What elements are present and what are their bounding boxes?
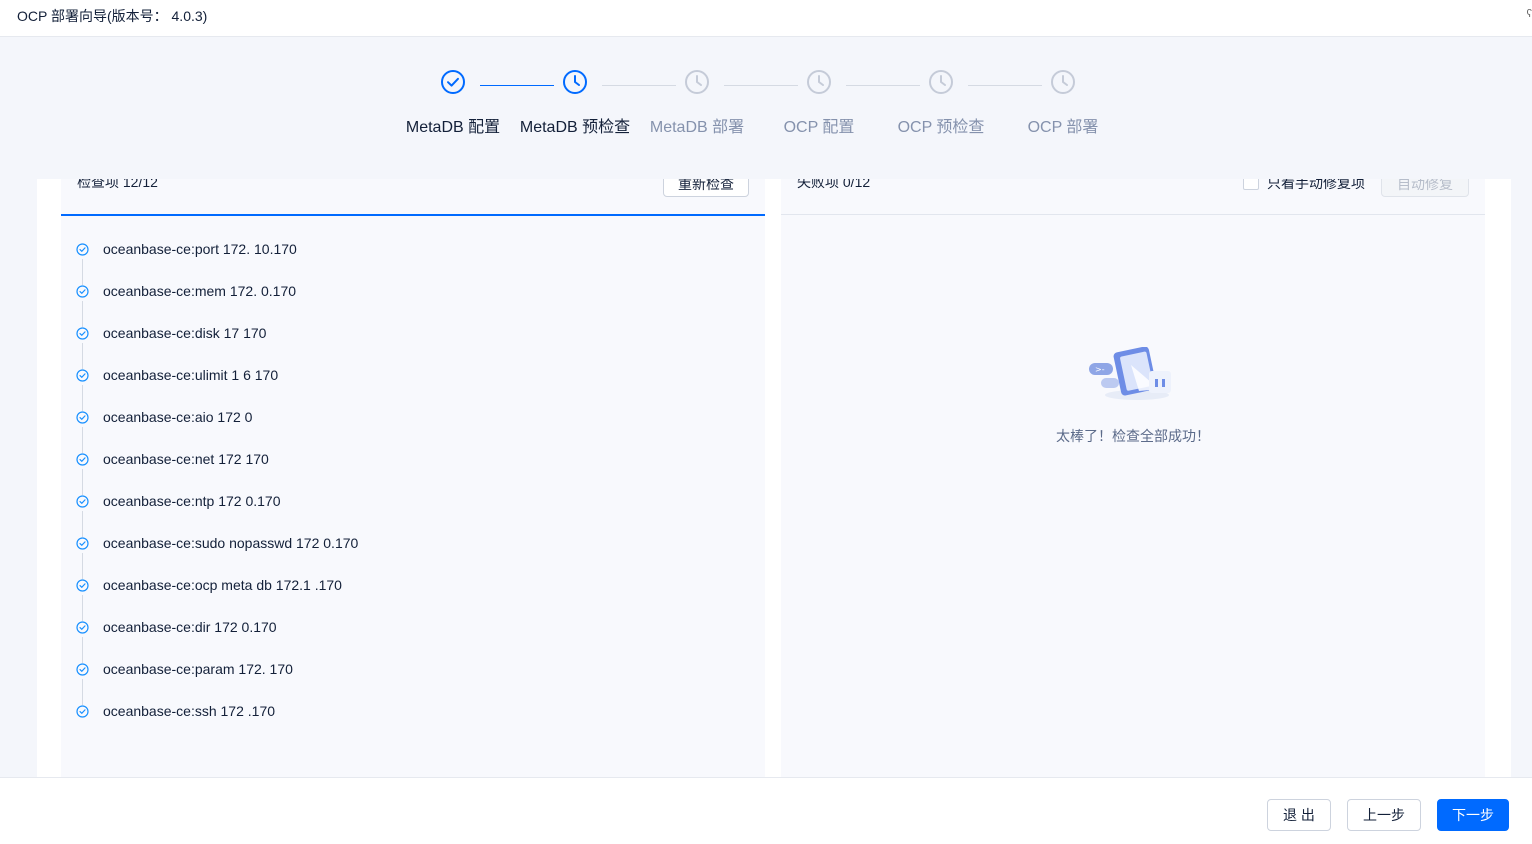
step-ocp-config: OCP 配置 — [749, 69, 889, 137]
step-ocp-deploy: OCP 部署 — [993, 69, 1133, 137]
footer-bar: 退 出 上一步 下一步 — [0, 777, 1532, 844]
check-item-text: oceanbase-ce:sudo nopasswd 172 0.170 — [103, 535, 358, 551]
check-circle-icon — [76, 621, 89, 634]
clock-icon — [1050, 69, 1076, 95]
list-item: oceanbase-ce:ocp meta db 172.1 .170 — [61, 565, 765, 607]
app-header: OCP 部署向导(版本号： 4.0.3) ʕ — [0, 0, 1532, 37]
step-label: OCP 预检查 — [871, 113, 1011, 137]
step-label: OCP 配置 — [749, 113, 889, 137]
step-metadb-config: MetaDB 配置 — [383, 69, 523, 137]
check-circle-icon — [76, 369, 89, 382]
check-item-text: oceanbase-ce:ocp meta db 172.1 .170 — [103, 577, 342, 593]
check-circle-icon — [440, 69, 466, 95]
list-item: oceanbase-ce:param 172. 170 — [61, 649, 765, 691]
step-label: MetaDB 部署 — [627, 113, 767, 137]
step-metadb-precheck: MetaDB 预检查 — [505, 69, 645, 137]
check-circle-icon — [76, 327, 89, 340]
list-item: oceanbase-ce:sudo nopasswd 172 0.170 — [61, 523, 765, 565]
app-title: OCP 部署向导(版本号： 4.0.3) — [17, 6, 207, 26]
svg-text:>-: >- — [1095, 365, 1105, 374]
list-item: oceanbase-ce:disk 17 170 — [61, 313, 765, 355]
next-step-button[interactable]: 下一步 — [1437, 799, 1509, 831]
check-item-text: oceanbase-ce:mem 172. 0.170 — [103, 283, 296, 299]
check-circle-icon — [76, 663, 89, 676]
check-circle-icon — [76, 411, 89, 424]
list-item: oceanbase-ce:mem 172. 0.170 — [61, 271, 765, 313]
check-circle-icon — [76, 243, 89, 256]
check-item-text: oceanbase-ce:net 172 170 — [103, 451, 269, 467]
list-item: oceanbase-ce:ssh 172 .170 — [61, 691, 765, 733]
step-bar: MetaDB 配置 MetaDB 预检查 MetaDB 部署 OCP 配置 OC… — [0, 37, 1532, 179]
empty-message: 太棒了！检查全部成功！ — [781, 426, 1485, 446]
check-item-text: oceanbase-ce:param 172. 170 — [103, 661, 293, 677]
check-item-text: oceanbase-ce:port 172. 10.170 — [103, 241, 297, 257]
check-item-text: oceanbase-ce:ssh 172 .170 — [103, 703, 275, 719]
check-items-header: 检查项 12/12 重新检查 — [61, 179, 765, 216]
header-menu-icon[interactable]: ʕ — [1527, 8, 1532, 20]
exit-button[interactable]: 退 出 — [1267, 799, 1331, 831]
recheck-button[interactable]: 重新检查 — [663, 179, 749, 197]
check-item-text: oceanbase-ce:ntp 172 0.170 — [103, 493, 280, 509]
check-circle-icon — [76, 285, 89, 298]
success-illustration-icon: >- — [781, 347, 1485, 408]
check-items-count: 检查项 12/12 — [77, 179, 158, 192]
prev-step-button[interactable]: 上一步 — [1347, 799, 1421, 831]
check-circle-icon — [76, 705, 89, 718]
clock-icon — [928, 69, 954, 95]
step-label: MetaDB 配置 — [383, 113, 523, 137]
failed-items-panel: 失败项 0/12 只看手动修复项 自动修复 >- 太棒了！检查全部成功！ — [781, 179, 1485, 777]
list-item: oceanbase-ce:port 172. 10.170 — [61, 229, 765, 271]
check-circle-icon — [76, 537, 89, 550]
step-metadb-deploy: MetaDB 部署 — [627, 69, 767, 137]
check-circle-icon — [76, 495, 89, 508]
list-item: oceanbase-ce:net 172 170 — [61, 439, 765, 481]
list-item: oceanbase-ce:aio 172 0 — [61, 397, 765, 439]
only-manual-checkbox[interactable] — [1243, 179, 1259, 190]
check-item-text: oceanbase-ce:dir 172 0.170 — [103, 619, 277, 635]
check-circle-icon — [76, 579, 89, 592]
check-circle-icon — [76, 453, 89, 466]
check-item-text: oceanbase-ce:ulimit 1 6 170 — [103, 367, 278, 383]
empty-state: >- 太棒了！检查全部成功！ — [781, 347, 1485, 446]
step-label: MetaDB 预检查 — [505, 113, 645, 137]
clock-icon — [806, 69, 832, 95]
step-ocp-precheck: OCP 预检查 — [871, 69, 1011, 137]
failed-items-count: 失败项 0/12 — [797, 179, 870, 192]
failed-items-header: 失败项 0/12 只看手动修复项 自动修复 — [781, 179, 1485, 215]
clock-icon — [562, 69, 588, 95]
list-item: oceanbase-ce:ulimit 1 6 170 — [61, 355, 765, 397]
list-item: oceanbase-ce:ntp 172 0.170 — [61, 481, 765, 523]
auto-fix-button[interactable]: 自动修复 — [1381, 179, 1469, 197]
check-items-panel: 检查项 12/12 重新检查 oceanbase-ce:port 172. 10… — [61, 179, 765, 777]
step-label: OCP 部署 — [993, 113, 1133, 137]
clock-icon — [684, 69, 710, 95]
check-item-text: oceanbase-ce:disk 17 170 — [103, 325, 266, 341]
list-item: oceanbase-ce:dir 172 0.170 — [61, 607, 765, 649]
only-manual-label[interactable]: 只看手动修复项 — [1267, 179, 1365, 193]
check-item-text: oceanbase-ce:aio 172 0 — [103, 409, 252, 425]
